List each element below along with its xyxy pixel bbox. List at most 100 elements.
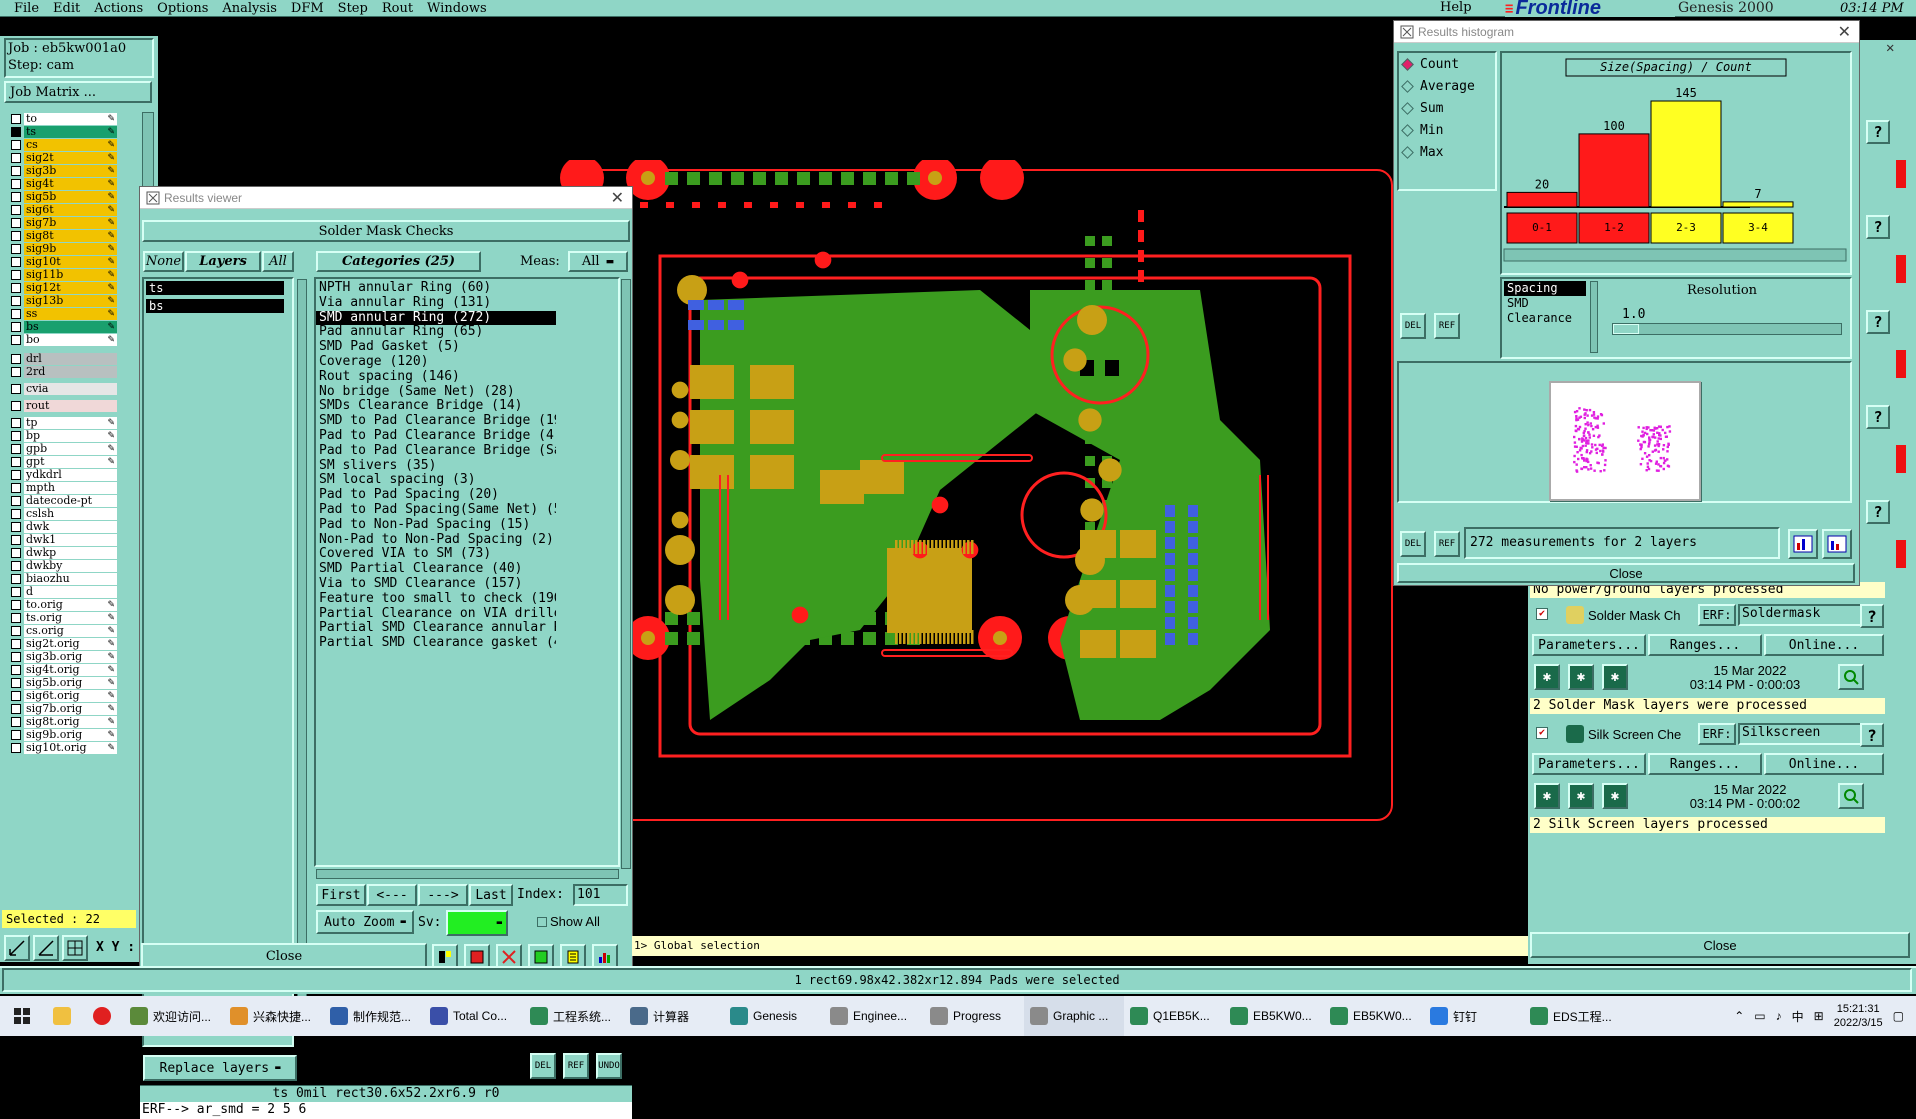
layer-row[interactable]: ts ✎ (11, 125, 127, 138)
layer-name[interactable]: bp ✎ (24, 429, 117, 442)
resolution-slider[interactable] (1612, 323, 1842, 335)
prev-button[interactable]: <--- (367, 884, 417, 906)
layer-checkbox[interactable] (11, 178, 21, 189)
layer-name[interactable]: dwkp (24, 546, 117, 559)
measure-tool-icon[interactable] (33, 935, 59, 961)
layer-row[interactable]: sig5b.orig ✎ (11, 676, 127, 689)
taskbar-app[interactable]: Q1EB5K... (1124, 996, 1224, 1036)
layer-name[interactable]: 2rd (24, 365, 117, 378)
start-button[interactable] (0, 996, 44, 1036)
taskbar-app[interactable]: 计算器 (624, 996, 724, 1036)
layer-row[interactable]: sig9b ✎ (11, 242, 127, 255)
layer-name[interactable]: sig9b ✎ (24, 242, 117, 255)
layer-checkbox[interactable] (11, 366, 21, 377)
type-list-scroll[interactable] (1590, 281, 1598, 353)
layer-checkbox[interactable] (11, 191, 21, 202)
taskbar-app[interactable]: EDS工程... (1524, 996, 1624, 1036)
zoom-tool-icon[interactable] (4, 935, 30, 961)
layer-row[interactable]: bo ✎ (11, 333, 127, 346)
layer-checkbox[interactable] (11, 742, 21, 753)
menu-edit[interactable]: Edit (53, 1, 80, 16)
menu-file[interactable]: File (14, 1, 39, 16)
layer-row[interactable]: ts.orig ✎ (11, 611, 127, 624)
sm-online-button[interactable]: Online... (1764, 634, 1884, 656)
layer-row[interactable]: dwk (11, 520, 127, 533)
layer-checkbox[interactable] (11, 716, 21, 727)
layer-row[interactable]: cslsh (11, 507, 127, 520)
taskbar-app[interactable]: Total Co... (424, 996, 524, 1036)
help-button[interactable]: ? (1866, 120, 1890, 144)
layer-checkbox[interactable] (11, 417, 21, 428)
layer-name[interactable]: gpb ✎ (24, 442, 117, 455)
layer-name[interactable]: dwkby (24, 559, 117, 572)
layer-name[interactable]: sig11b ✎ (24, 268, 117, 281)
layer-checkbox[interactable] (11, 612, 21, 623)
next-button[interactable]: ---> (418, 884, 468, 906)
taskbar-app[interactable]: EB5KW0... (1324, 996, 1424, 1036)
menu-windows[interactable]: Windows (427, 1, 487, 16)
layer-name[interactable]: sig12t ✎ (24, 281, 117, 294)
layer-checkbox[interactable] (11, 217, 21, 228)
category-item[interactable]: SMD to Pad Clearance Bridge (19) (316, 414, 556, 429)
mode-radio-count[interactable]: Count (1399, 53, 1495, 75)
run-icon[interactable]: ✱ (1602, 783, 1628, 809)
histogram-close-button[interactable]: Close (1397, 563, 1855, 583)
histogram-chart[interactable]: Size(Spacing) / Count 20 0-1 100 1-2 145 2-3 7 3… (1502, 53, 1850, 273)
taskbar-app[interactable]: Genesis (724, 996, 824, 1036)
layer-name[interactable]: cslsh (24, 507, 117, 520)
layer-name[interactable]: sig7b.orig ✎ (24, 702, 117, 715)
layer-row[interactable]: dwk1 (11, 533, 127, 546)
layer-row[interactable]: ydkdrl (11, 468, 127, 481)
layer-checkbox[interactable] (11, 677, 21, 688)
layer-row[interactable]: sig4t ✎ (11, 177, 127, 190)
del-button[interactable]: DEL (530, 1053, 556, 1079)
run-icon[interactable]: ✱ (1602, 664, 1628, 690)
layer-checkbox[interactable] (11, 204, 21, 215)
layer-row[interactable]: cvia (11, 382, 127, 395)
all-button[interactable]: All (262, 251, 294, 272)
notification-icon[interactable]: ▢ (1893, 1009, 1904, 1023)
layer-checkbox[interactable] (11, 521, 21, 532)
menu-help[interactable]: Help (1440, 0, 1472, 15)
layer-checkbox[interactable] (11, 353, 21, 364)
help-button[interactable]: ? (1866, 310, 1890, 334)
zoom-result-icon[interactable] (1838, 783, 1864, 809)
layer-name[interactable]: sig6t.orig ✎ (24, 689, 117, 702)
sm-erf-value[interactable]: Soldermask (1738, 604, 1868, 626)
ss-ranges-button[interactable]: Ranges... (1648, 753, 1762, 775)
layer-name[interactable]: gpt ✎ (24, 455, 117, 468)
layer-name[interactable]: biaozhu (24, 572, 117, 585)
layer-checkbox[interactable] (11, 400, 21, 411)
layer-name[interactable]: sig4t.orig ✎ (24, 663, 117, 676)
file-explorer-icon[interactable] (44, 996, 84, 1036)
layer-checkbox[interactable] (11, 152, 21, 163)
layer-name[interactable]: cs.orig ✎ (24, 624, 117, 637)
layer-row[interactable]: sig10t ✎ (11, 255, 127, 268)
layer-row[interactable]: sig9b.orig ✎ (11, 728, 127, 741)
slider-thumb[interactable] (1613, 324, 1639, 334)
layer-row[interactable]: sig8t.orig ✎ (11, 715, 127, 728)
category-item[interactable]: Covered VIA to SM (73) (316, 547, 556, 562)
layer-checkbox[interactable] (11, 586, 21, 597)
layer-row[interactable]: sig3b.orig ✎ (11, 650, 127, 663)
layer-row[interactable]: bp ✎ (11, 429, 127, 442)
ss-help-button[interactable]: ? (1860, 723, 1884, 747)
taskbar-app[interactable]: 兴森快捷... (224, 996, 324, 1036)
close-icon[interactable]: ✕ (611, 188, 624, 208)
menu-actions[interactable]: Actions (94, 1, 143, 16)
category-item[interactable]: Via annular Ring (131) (316, 296, 556, 311)
meas-dropdown[interactable]: All ▬ (568, 251, 628, 272)
layer-checkbox[interactable] (11, 729, 21, 740)
category-item[interactable]: Feature too small to check (190) (316, 592, 556, 607)
layer-row[interactable]: ss ✎ (11, 307, 127, 320)
layer-name[interactable]: tp ✎ (24, 416, 117, 429)
layer-name[interactable]: ts ✎ (24, 125, 117, 138)
mode-radio-max[interactable]: Max (1399, 141, 1495, 163)
layer-name[interactable]: sig8t ✎ (24, 229, 117, 242)
layer-checkbox[interactable] (11, 456, 21, 467)
close-icon[interactable]: ✕ (1838, 22, 1851, 42)
layer-row[interactable]: bs ✎ (11, 320, 127, 333)
taskbar-app[interactable]: Progress (924, 996, 1024, 1036)
category-item[interactable]: Pad to Non-Pad Spacing (15) (316, 518, 556, 533)
layer-name[interactable]: sig4t ✎ (24, 177, 117, 190)
